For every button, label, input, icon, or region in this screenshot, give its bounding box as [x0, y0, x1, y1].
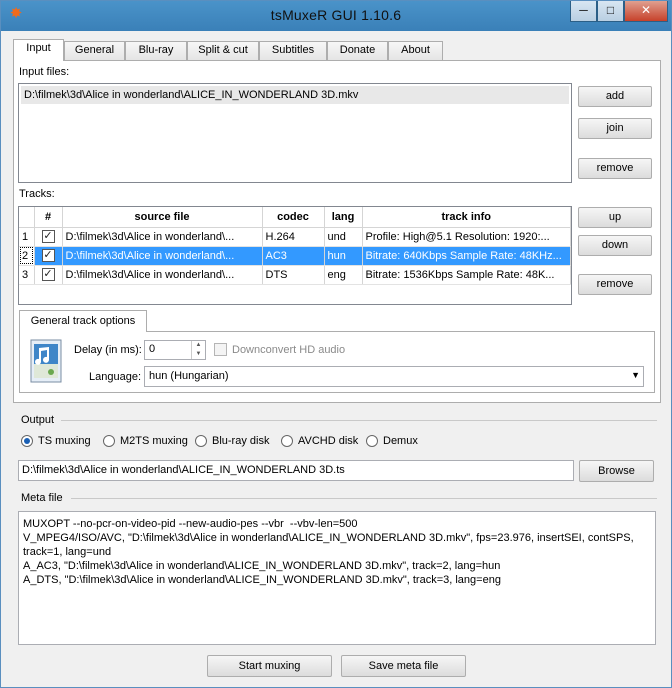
language-value: hun (Hungarian)	[149, 370, 229, 382]
row-source: D:\filmek\3d\Alice in wonderland\...	[62, 246, 263, 266]
chevron-down-icon: ▼	[631, 370, 640, 380]
spin-down-icon[interactable]: ▼	[192, 350, 205, 359]
tab-donate[interactable]: Donate	[327, 41, 388, 60]
tab-split-cut[interactable]: Split & cut	[187, 41, 259, 60]
tab-subtitles[interactable]: Subtitles	[259, 41, 327, 60]
spin-up-icon[interactable]: ▲	[192, 341, 205, 350]
ts-muxing-radio[interactable]: TS muxing	[21, 435, 91, 448]
track-checkbox[interactable]: ✓	[41, 230, 55, 243]
app-window: ✸ tsMuxeR GUI 1.10.6 ─ □ ✕ Input General…	[0, 0, 672, 688]
col-header-lang[interactable]: lang	[324, 207, 363, 228]
tab-blu-ray[interactable]: Blu-ray	[125, 41, 187, 60]
meta-file-textarea[interactable]: MUXOPT --no-pcr-on-video-pid --new-audio…	[18, 511, 656, 645]
row-codec: AC3	[262, 246, 325, 266]
input-files-label: Input files:	[19, 66, 70, 78]
title-bar[interactable]: ✸ tsMuxeR GUI 1.10.6 ─ □ ✕	[1, 1, 671, 31]
tracks-header-row: # source file codec lang track info	[19, 207, 571, 228]
col-header-info[interactable]: track info	[362, 207, 571, 228]
tracks-table-container[interactable]: # source file codec lang track info 1 ✓ …	[18, 206, 572, 305]
avchd-disk-radio[interactable]: AVCHD disk	[281, 435, 359, 448]
col-header-index	[19, 207, 35, 228]
input-files-list[interactable]: D:\filmek\3d\Alice in wonderland\ALICE_I…	[18, 83, 572, 183]
meta-file-label: Meta file	[21, 492, 63, 504]
delay-value: 0	[149, 343, 156, 355]
row-source: D:\filmek\3d\Alice in wonderland\...	[62, 227, 263, 247]
radio-icon[interactable]	[103, 435, 115, 448]
row-source: D:\filmek\3d\Alice in wonderland\...	[62, 265, 263, 285]
radio-icon[interactable]	[281, 435, 293, 448]
tracks-label: Tracks:	[19, 188, 55, 200]
table-row[interactable]: 3 ✓ D:\filmek\3d\Alice in wonderland\...…	[19, 265, 571, 285]
audio-file-icon	[30, 339, 62, 383]
track-checkbox[interactable]: ✓	[41, 268, 55, 281]
maximize-button[interactable]: □	[597, 1, 624, 22]
language-select[interactable]: hun (Hungarian) ▼	[144, 366, 644, 387]
table-row[interactable]: 1 ✓ D:\filmek\3d\Alice in wonderland\...…	[19, 227, 571, 247]
minimize-button[interactable]: ─	[570, 1, 597, 22]
tab-general[interactable]: General	[64, 41, 125, 60]
input-file-item[interactable]: D:\filmek\3d\Alice in wonderland\ALICE_I…	[21, 86, 569, 104]
m2ts-muxing-label: M2TS muxing	[120, 435, 188, 448]
row-lang: hun	[324, 246, 363, 266]
row-info: Bitrate: 1536Kbps Sample Rate: 48K...	[362, 265, 571, 285]
output-label: Output	[21, 414, 55, 426]
row-lang: und	[324, 227, 363, 247]
tab-input[interactable]: Input	[13, 39, 64, 61]
radio-selected-icon[interactable]	[21, 435, 33, 448]
demux-label: Demux	[383, 435, 418, 448]
tab-about[interactable]: About	[388, 41, 443, 60]
row-number: 2	[19, 246, 35, 266]
downconvert-label: Downconvert HD audio	[232, 344, 346, 356]
row-check-cell: ✓	[34, 265, 63, 285]
col-header-codec[interactable]: codec	[262, 207, 325, 228]
radio-icon[interactable]	[195, 435, 207, 448]
row-codec: H.264	[262, 227, 325, 247]
col-header-source[interactable]: source file	[62, 207, 263, 228]
bluray-disk-radio[interactable]: Blu-ray disk	[195, 435, 270, 448]
remove-file-button[interactable]: remove	[578, 158, 652, 179]
downconvert-checkbox[interactable]	[214, 343, 227, 356]
track-down-button[interactable]: down	[578, 235, 652, 256]
tracks-table: # source file codec lang track info 1 ✓ …	[19, 207, 571, 285]
output-path-input[interactable]: D:\filmek\3d\Alice in wonderland\ALICE_I…	[18, 460, 574, 481]
m2ts-muxing-radio[interactable]: M2TS muxing	[103, 435, 188, 448]
track-up-button[interactable]: up	[578, 207, 652, 228]
delay-input[interactable]: 0 ▲ ▼	[144, 340, 206, 360]
row-check-cell: ✓	[34, 227, 63, 247]
save-meta-file-button[interactable]: Save meta file	[341, 655, 466, 677]
delay-label: Delay (in ms):	[74, 344, 142, 356]
row-lang: eng	[324, 265, 363, 285]
table-row[interactable]: 2 ✓ D:\filmek\3d\Alice in wonderland\...…	[19, 246, 571, 266]
row-check-cell: ✓	[34, 246, 63, 266]
avchd-disk-label: AVCHD disk	[298, 435, 359, 448]
col-header-num[interactable]: #	[34, 207, 63, 228]
delay-spinner[interactable]: ▲ ▼	[191, 341, 205, 359]
bluray-disk-label: Blu-ray disk	[212, 435, 270, 448]
track-checkbox[interactable]: ✓	[41, 249, 55, 262]
add-file-button[interactable]: add	[578, 86, 652, 107]
start-muxing-button[interactable]: Start muxing	[207, 655, 332, 677]
row-info: Bitrate: 640Kbps Sample Rate: 48KHz...	[362, 246, 571, 266]
row-number: 3	[19, 265, 35, 285]
ts-muxing-label: TS muxing	[38, 435, 91, 448]
track-remove-button[interactable]: remove	[578, 274, 652, 295]
general-track-options-tab[interactable]: General track options	[19, 310, 147, 332]
row-codec: DTS	[262, 265, 325, 285]
row-number: 1	[19, 227, 35, 247]
language-label: Language:	[89, 371, 141, 383]
demux-radio[interactable]: Demux	[366, 435, 418, 448]
row-info: Profile: High@5.1 Resolution: 1920:...	[362, 227, 571, 247]
meta-divider	[71, 498, 657, 499]
radio-icon[interactable]	[366, 435, 378, 448]
output-divider	[61, 420, 657, 421]
join-file-button[interactable]: join	[578, 118, 652, 139]
browse-button[interactable]: Browse	[579, 460, 654, 482]
close-button[interactable]: ✕	[624, 1, 668, 22]
